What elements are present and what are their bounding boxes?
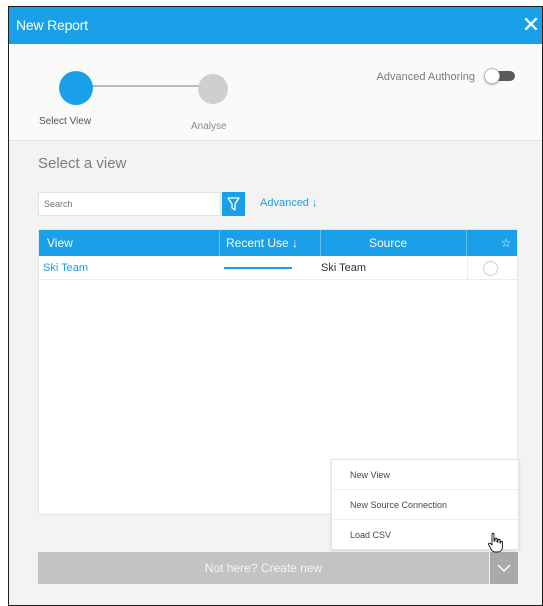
step-analyse-dot[interactable] [198,74,228,104]
filter-icon [227,197,240,211]
column-header-view[interactable]: View [47,230,73,256]
header-divider [466,230,467,256]
header-divider [320,230,321,256]
step-select-view-dot[interactable] [59,71,93,105]
header-divider [219,230,220,256]
source-cell: Ski Team [321,262,367,274]
menu-item-new-source-connection[interactable]: New Source Connection [332,490,518,520]
step-select-view-label: Select View [39,116,92,127]
dialog-titlebar: New Report ✕ [9,7,542,44]
search-box[interactable] [38,192,221,216]
recent-use-bar [224,267,292,269]
toggle-knob [484,68,500,84]
chevron-down-icon [497,564,511,573]
star-icon[interactable]: ☆ [495,230,517,256]
menu-item-new-view[interactable]: New View [332,460,518,490]
close-icon[interactable]: ✕ [520,11,542,39]
column-header-recent-use[interactable]: Recent Use ↓ [226,230,298,256]
dialog-title: New Report [16,17,88,33]
filter-button[interactable] [222,192,245,216]
step-analyse-label: Analyse [191,121,227,132]
advanced-link[interactable]: Advanced ↓ [260,197,317,209]
create-new-button[interactable]: Not here? Create new [38,552,489,584]
create-new-dropdown-button[interactable] [490,552,518,584]
column-header-source[interactable]: Source [369,230,407,256]
row-divider [467,256,468,280]
hand-pointer-icon [487,532,503,553]
table-header: View Recent Use ↓ Source ☆ [39,230,517,256]
favorite-radio[interactable] [483,261,498,276]
stepper: Select View Analyse Advanced Authoring [9,44,542,141]
new-report-dialog: New Report ✕ Select View Analyse Advance… [8,6,543,606]
search-input[interactable] [39,193,220,215]
select-view-heading: Select a view [38,155,127,172]
view-name-cell[interactable]: Ski Team [43,256,88,280]
advanced-authoring-label: Advanced Authoring [376,71,475,83]
table-row[interactable]: Ski Team Ski Team [39,256,517,280]
advanced-authoring-toggle[interactable] [484,68,516,84]
